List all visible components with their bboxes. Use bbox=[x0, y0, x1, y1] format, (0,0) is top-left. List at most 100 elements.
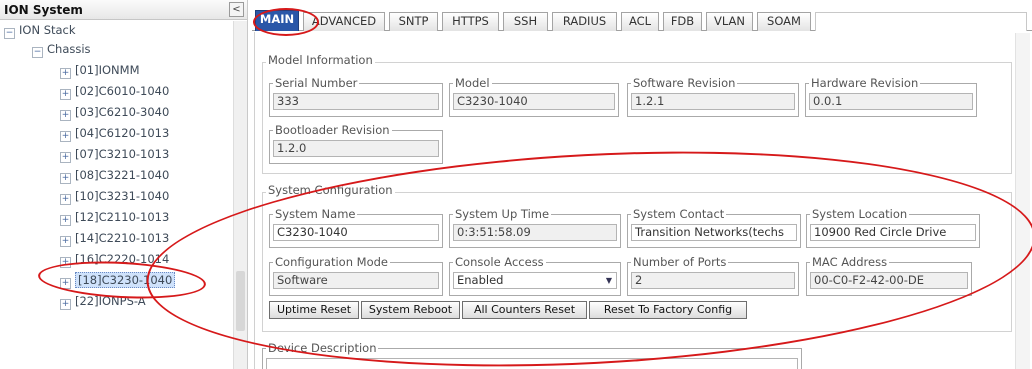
system-location-label: System Location bbox=[810, 207, 910, 221]
tab-fdb[interactable]: FDB bbox=[663, 12, 702, 31]
tree-node-slot-14[interactable]: + [14]C2210-1013 bbox=[60, 229, 169, 247]
tree-node-ion-stack[interactable]: − ION Stack bbox=[4, 21, 76, 39]
tree-node-label: [10]C3231-1040 bbox=[75, 189, 170, 203]
tab-ssh[interactable]: SSH bbox=[503, 12, 548, 31]
tree-node-slot-10[interactable]: + [10]C3231-1040 bbox=[60, 187, 169, 205]
collapse-panel-button[interactable]: < bbox=[229, 2, 244, 17]
device-description-group: Device Description bbox=[262, 341, 802, 369]
expand-icon[interactable]: + bbox=[60, 299, 71, 310]
collapse-icon[interactable]: − bbox=[4, 28, 15, 39]
tab-sntp[interactable]: SNTP bbox=[389, 12, 438, 31]
content-scrollbar[interactable] bbox=[1015, 33, 1030, 369]
console-access-select[interactable]: Enabled ▼ bbox=[453, 272, 617, 289]
tree-node-label: [14]C2210-1013 bbox=[75, 231, 170, 245]
tree-node-label: [07]C3210-1013 bbox=[75, 147, 170, 161]
tree-node-label: [04]C6120-1013 bbox=[75, 126, 170, 140]
software-revision-field: 1.2.1 bbox=[631, 93, 795, 110]
hardware-revision-label: Hardware Revision bbox=[809, 76, 921, 90]
expand-icon[interactable]: + bbox=[60, 236, 71, 247]
tree-scrollbar-thumb[interactable] bbox=[236, 271, 245, 331]
system-contact-group: System Contact Transition Networks(techs bbox=[627, 207, 801, 248]
console-access-group: Console Access Enabled ▼ bbox=[449, 255, 621, 296]
software-revision-label: Software Revision bbox=[631, 76, 738, 90]
tree-node-slot-08[interactable]: + [08]C3221-1040 bbox=[60, 166, 169, 184]
number-of-ports-group: Number of Ports 2 bbox=[627, 255, 799, 296]
tree-node-slot-04[interactable]: + [04]C6120-1013 bbox=[60, 124, 169, 142]
system-configuration-title: System Configuration bbox=[266, 183, 395, 197]
system-name-input[interactable]: C3230-1040 bbox=[273, 224, 439, 241]
tree-node-label: ION Stack bbox=[19, 23, 76, 37]
configuration-mode-field: Software bbox=[273, 272, 439, 289]
tree-node-slot-01[interactable]: + [01]IONMM bbox=[60, 61, 140, 79]
tree-node-label: Chassis bbox=[47, 42, 91, 56]
reset-factory-config-button[interactable]: Reset To Factory Config bbox=[589, 301, 747, 319]
serial-number-label: Serial Number bbox=[273, 76, 360, 90]
system-reboot-button[interactable]: System Reboot bbox=[361, 301, 460, 319]
chevron-down-icon[interactable]: ▼ bbox=[603, 274, 615, 287]
expand-icon[interactable]: + bbox=[60, 131, 71, 142]
tree-scrollbar[interactable] bbox=[233, 21, 247, 369]
tree-node-slot-18[interactable]: + [18]C3230-1040 bbox=[60, 271, 176, 289]
tree-node-slot-07[interactable]: + [07]C3210-1013 bbox=[60, 145, 169, 163]
device-description-input[interactable] bbox=[266, 358, 798, 369]
tree-node-chassis[interactable]: − Chassis bbox=[32, 40, 91, 58]
system-location-input[interactable]: 10900 Red Circle Drive bbox=[810, 224, 976, 241]
tree-node-slot-03[interactable]: + [03]C6210-3040 bbox=[60, 103, 169, 121]
tab-acl[interactable]: ACL bbox=[621, 12, 659, 31]
tree-title: ION System bbox=[4, 3, 83, 17]
device-description-label: Device Description bbox=[266, 341, 379, 355]
system-up-time-label: System Up Time bbox=[453, 207, 552, 221]
system-contact-input[interactable]: Transition Networks(techs bbox=[631, 224, 797, 241]
tab-https[interactable]: HTTPS bbox=[442, 12, 499, 31]
tree-node-label: [03]C6210-3040 bbox=[75, 105, 170, 119]
tab-strip-filler bbox=[815, 12, 1027, 31]
expand-icon[interactable]: + bbox=[60, 110, 71, 121]
tab-radius[interactable]: RADIUS bbox=[552, 12, 617, 31]
tree-node-slot-02[interactable]: + [02]C6010-1040 bbox=[60, 82, 169, 100]
tree-node-label: [18]C3230-1040 bbox=[75, 272, 176, 288]
expand-icon[interactable]: + bbox=[60, 257, 71, 268]
serial-number-field: 333 bbox=[273, 93, 439, 110]
tab-soam[interactable]: SOAM bbox=[757, 12, 811, 31]
system-name-label: System Name bbox=[273, 207, 358, 221]
tree-node-label: [12]C2110-1013 bbox=[75, 210, 170, 224]
console-access-label: Console Access bbox=[453, 255, 546, 269]
tree-node-label: [02]C6010-1040 bbox=[75, 84, 170, 98]
serial-number-group: Serial Number 333 bbox=[269, 76, 443, 117]
tree-node-slot-22[interactable]: + [22]IONPS-A bbox=[60, 292, 146, 310]
tab-advanced[interactable]: ADVANCED bbox=[303, 12, 385, 31]
expand-icon[interactable]: + bbox=[60, 89, 71, 100]
number-of-ports-field: 2 bbox=[631, 272, 795, 289]
system-contact-label: System Contact bbox=[631, 207, 727, 221]
tab-bar: MAIN ADVANCED SNTP HTTPS SSH RADIUS ACL … bbox=[252, 9, 1032, 31]
expand-icon[interactable]: + bbox=[60, 278, 71, 289]
tree-node-slot-12[interactable]: + [12]C2110-1013 bbox=[60, 208, 169, 226]
tree-node-label: [22]IONPS-A bbox=[75, 294, 146, 308]
system-up-time-group: System Up Time 0:3:51:58.09 bbox=[449, 207, 621, 248]
system-location-group: System Location 10900 Red Circle Drive bbox=[806, 207, 980, 248]
tree-node-label: [01]IONMM bbox=[75, 63, 140, 77]
tab-vlan[interactable]: VLAN bbox=[706, 12, 753, 31]
software-revision-group: Software Revision 1.2.1 bbox=[627, 76, 799, 117]
all-counters-reset-button[interactable]: All Counters Reset bbox=[462, 301, 587, 319]
expand-icon[interactable]: + bbox=[60, 215, 71, 226]
system-name-group: System Name C3230-1040 bbox=[269, 207, 443, 248]
collapse-icon[interactable]: − bbox=[32, 47, 43, 58]
device-tree-panel: ION System < − ION Stack − Chassis + [01]IO… bbox=[0, 0, 248, 369]
tree-node-label: [08]C3221-1040 bbox=[75, 168, 170, 182]
model-information-title: Model Information bbox=[266, 53, 375, 67]
tab-main[interactable]: MAIN bbox=[255, 10, 299, 31]
tree-header: ION System < bbox=[0, 0, 247, 20]
system-up-time-field: 0:3:51:58.09 bbox=[453, 224, 617, 241]
expand-icon[interactable]: + bbox=[60, 68, 71, 79]
hardware-revision-field: 0.0.1 bbox=[809, 93, 973, 110]
uptime-reset-button[interactable]: Uptime Reset bbox=[269, 301, 359, 319]
hardware-revision-group: Hardware Revision 0.0.1 bbox=[805, 76, 977, 117]
mac-address-label: MAC Address bbox=[810, 255, 890, 269]
expand-icon[interactable]: + bbox=[60, 173, 71, 184]
mac-address-group: MAC Address 00-C0-F2-42-00-DE bbox=[806, 255, 972, 296]
tree-node-slot-16[interactable]: + [16]C2220-1014 bbox=[60, 250, 169, 268]
expand-icon[interactable]: + bbox=[60, 194, 71, 205]
tree-node-label: [16]C2220-1014 bbox=[75, 252, 170, 266]
expand-icon[interactable]: + bbox=[60, 152, 71, 163]
